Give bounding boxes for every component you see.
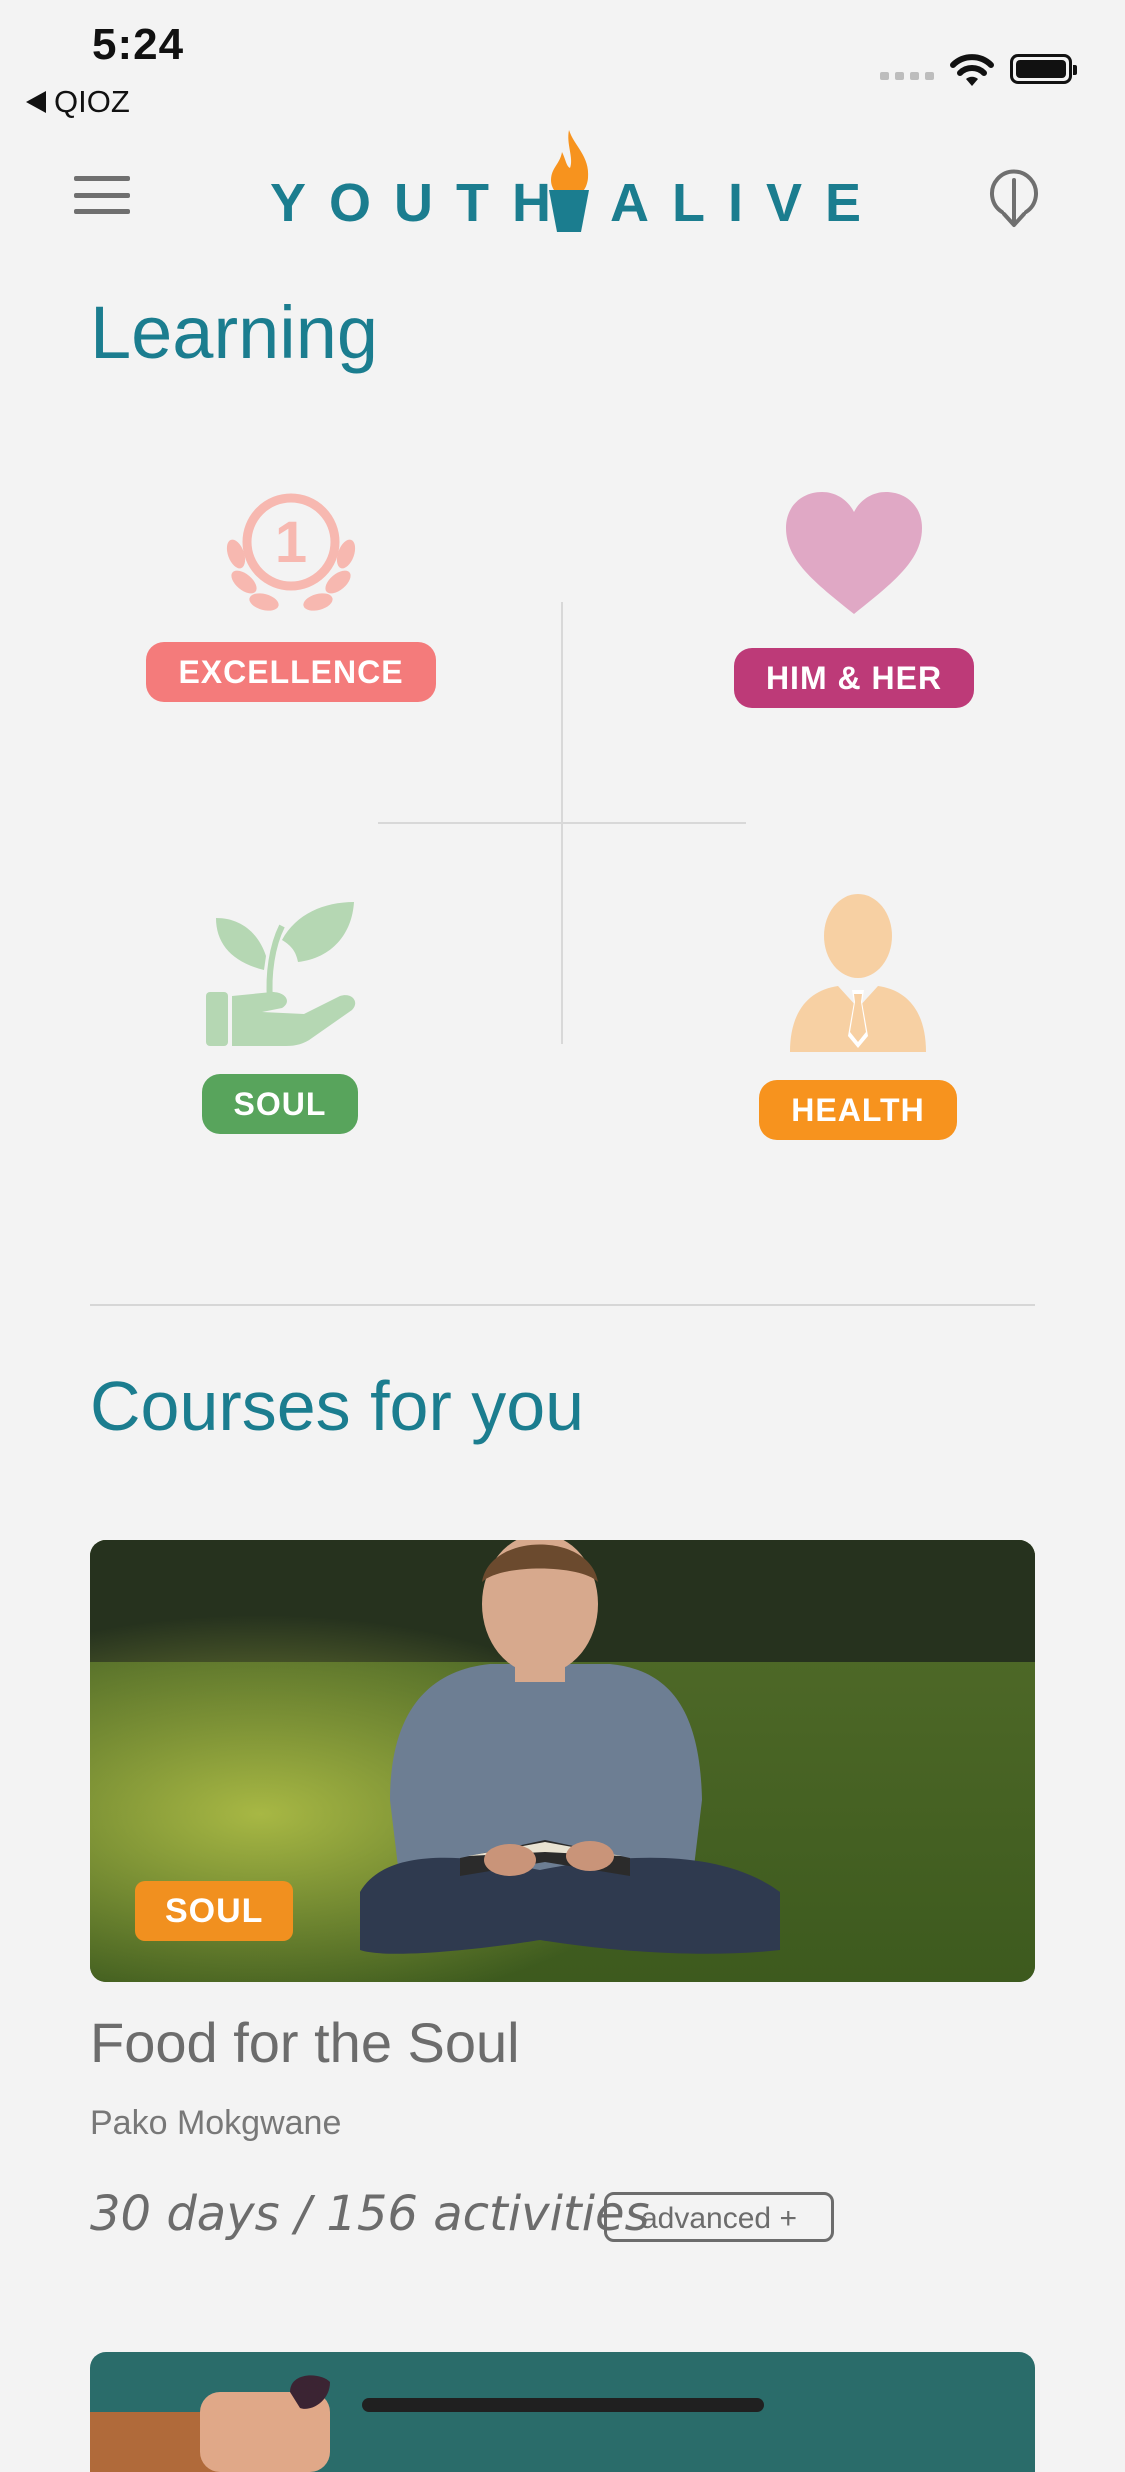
learning-section-title: Learning xyxy=(90,291,379,374)
back-to-app-link[interactable]: QIOZ xyxy=(26,84,130,120)
course-level-badge: advanced + xyxy=(604,2192,834,2242)
signal-icon xyxy=(880,72,934,80)
category-label-him-her: HIM & HER xyxy=(733,648,975,708)
courses-section-title: Courses for you xyxy=(90,1367,585,1445)
logo-text-alive: ALIVE xyxy=(610,173,885,233)
grid-divider-horizontal xyxy=(378,822,746,824)
next-course-card[interactable] xyxy=(90,2352,1035,2472)
back-arrow-icon xyxy=(26,91,46,113)
download-pin-icon[interactable] xyxy=(988,158,1040,230)
category-label-health: HEALTH xyxy=(759,1080,957,1140)
course-category-badge: SOUL xyxy=(135,1881,294,1941)
person-icon xyxy=(790,894,926,1052)
course-duration-activities: 30 days / 156 activities xyxy=(90,2186,650,2242)
battery-icon xyxy=(1010,54,1077,84)
category-health[interactable]: HEALTH xyxy=(752,890,964,1140)
back-app-label: QIOZ xyxy=(54,84,130,119)
course-author: Pako Mokgwane xyxy=(90,2104,342,2142)
heart-icon xyxy=(786,492,922,614)
category-him-her[interactable]: HIM & HER xyxy=(712,490,996,708)
hamburger-menu-icon[interactable] xyxy=(74,176,130,214)
youth-alive-logo: YOUTH ALIVE xyxy=(270,128,861,238)
svg-text:1: 1 xyxy=(275,510,307,575)
category-soul[interactable]: SOUL xyxy=(190,896,370,1134)
laurel-medal-icon: 1 xyxy=(226,493,356,611)
home-indicator[interactable] xyxy=(362,2398,764,2412)
logo-text-youth: YOUTH xyxy=(270,173,574,233)
flame-torch-icon xyxy=(549,130,589,232)
status-time: 5:24 xyxy=(92,20,185,69)
hand-plant-icon xyxy=(206,902,356,1046)
category-label-excellence: EXCELLENCE xyxy=(146,642,436,702)
section-divider xyxy=(90,1304,1035,1306)
category-excellence[interactable]: 1 EXCELLENCE xyxy=(146,484,436,702)
category-label-soul: SOUL xyxy=(201,1074,359,1134)
course-title[interactable]: Food for the Soul xyxy=(90,2010,520,2075)
next-course-thumbnail xyxy=(90,2375,330,2472)
wifi-icon xyxy=(950,54,994,86)
